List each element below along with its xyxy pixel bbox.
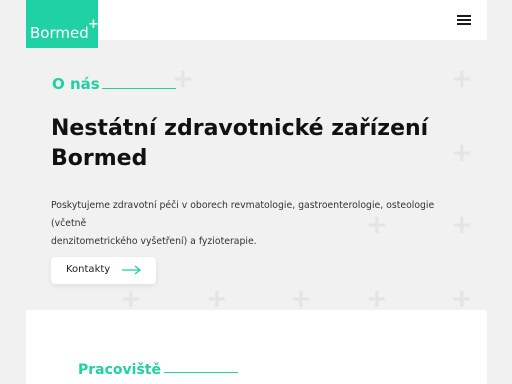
page-title-line-2: Bormed [51,146,148,171]
hamburger-menu-icon[interactable] [457,15,471,26]
section-title-pracoviste: Pracoviště [78,362,161,378]
background-plus-icon: + [366,284,388,314]
background-plus-icon: + [451,284,473,314]
logo-text: Bormed [30,24,89,42]
background-plus-icon: + [451,64,473,94]
background-plus-icon: + [120,284,142,314]
page-title-line-1: Nestátní zdravotnické zařízení [51,116,429,141]
contacts-button-label: Kontakty [66,264,111,275]
hero-description: Poskytujeme zdravotní péči v oborech rev… [51,197,471,251]
background-plus-icon: + [290,284,312,314]
logo-plus-icon: + [88,17,99,32]
hero-description-line-1: Poskytujeme zdravotní péči v oborech rev… [51,200,435,229]
background-plus-icon: + [206,284,228,314]
section-eyebrow: O nás [52,75,100,93]
page-title: Nestátní zdravotnické zařízení Bormed [51,114,471,174]
arrow-right-icon [122,265,142,275]
eyebrow-underline [102,88,176,89]
contacts-button[interactable]: Kontakty [51,257,156,284]
logo[interactable]: Bormed + [26,0,99,48]
hero-description-line-2: denzitometrického vyšetření) a fyziotera… [51,236,257,247]
section-title-underline [164,372,238,373]
